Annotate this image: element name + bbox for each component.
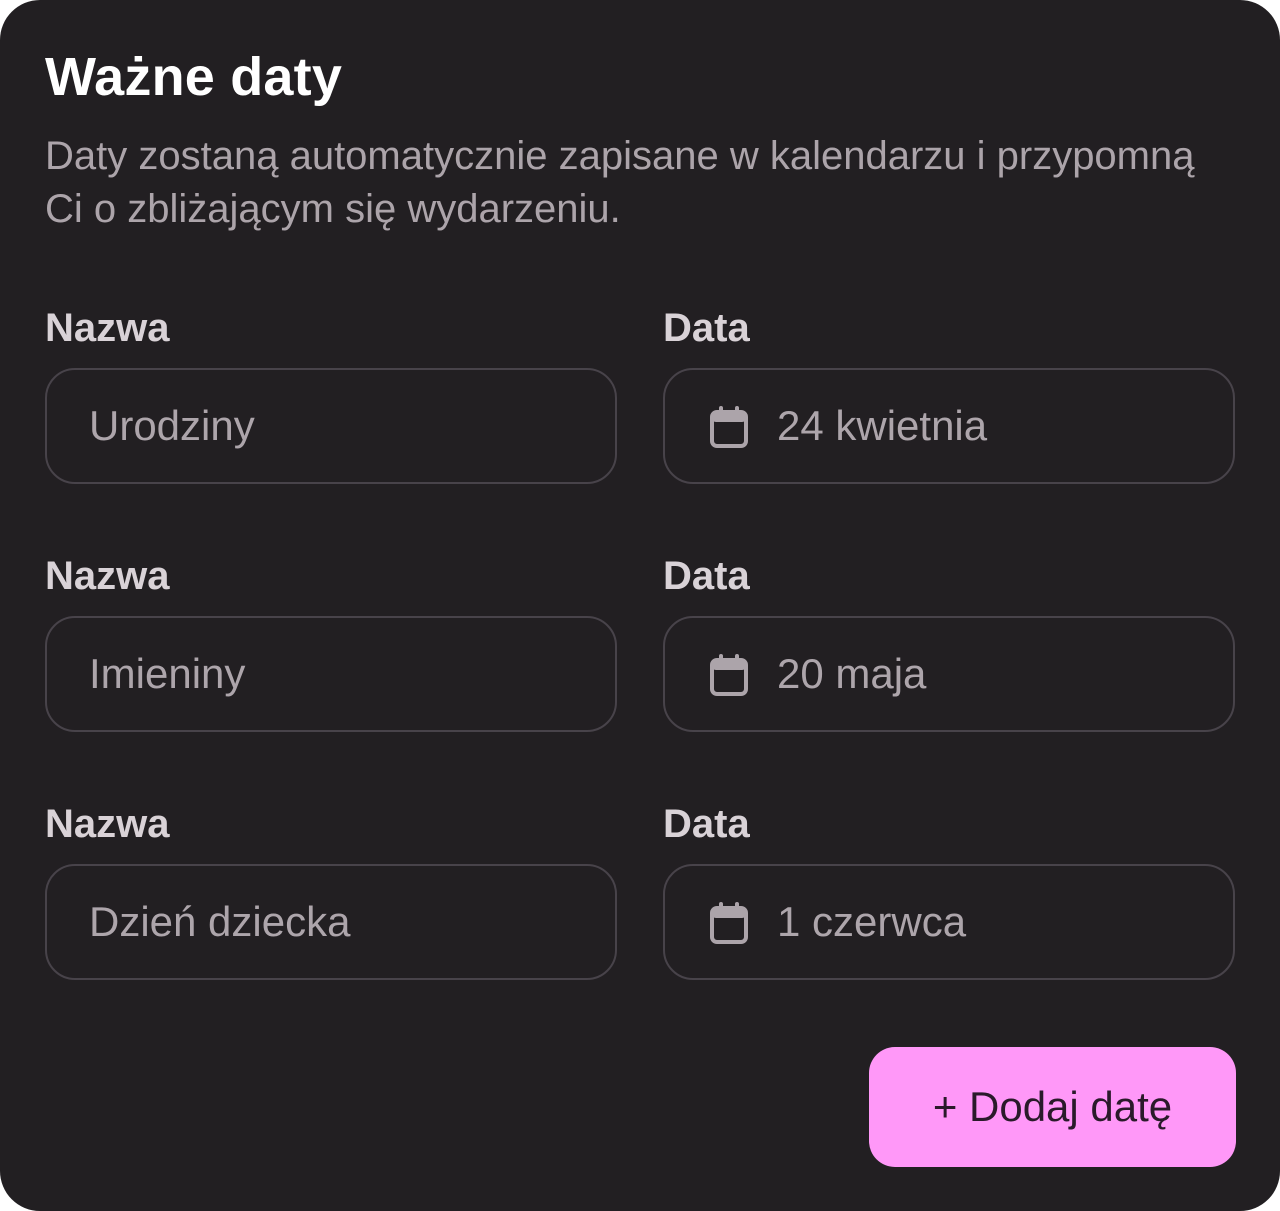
name-input[interactable]: Dzień dziecka bbox=[45, 864, 617, 980]
name-label: Nazwa bbox=[45, 306, 170, 350]
date-input-value: 24 kwietnia bbox=[777, 402, 988, 449]
date-picker-input[interactable]: 1 czerwca bbox=[663, 864, 1235, 980]
date-picker-input[interactable]: 20 maja bbox=[663, 616, 1235, 732]
name-label: Nazwa bbox=[45, 802, 170, 846]
date-input-value: 1 czerwca bbox=[777, 898, 967, 945]
date-entry-row: Nazwa Urodziny Data 24 kwietnia bbox=[45, 304, 1235, 484]
calendar-icon bbox=[710, 406, 748, 448]
card-title: Ważne daty bbox=[45, 47, 343, 107]
name-input-value: Urodziny bbox=[89, 402, 255, 449]
card-description: Daty zostaną automatycznie zapisane w ka… bbox=[45, 134, 1195, 231]
name-input-value: Dzień dziecka bbox=[89, 898, 351, 945]
date-label: Data bbox=[663, 554, 750, 598]
calendar-icon bbox=[710, 654, 748, 696]
date-entry-row: Nazwa Dzień dziecka Data 1 czerwca bbox=[45, 800, 1235, 980]
name-input[interactable]: Urodziny bbox=[45, 368, 617, 484]
date-input-value: 20 maja bbox=[777, 650, 927, 697]
calendar-icon bbox=[710, 902, 748, 944]
important-dates-card: Ważne daty Daty zostaną automatycznie za… bbox=[0, 0, 1280, 1211]
name-input-value: Imieniny bbox=[89, 650, 246, 697]
date-entry-row: Nazwa Imieniny Data 20 maja bbox=[45, 552, 1235, 732]
date-picker-input[interactable]: 24 kwietnia bbox=[663, 368, 1235, 484]
date-label: Data bbox=[663, 802, 750, 846]
name-input[interactable]: Imieniny bbox=[45, 616, 617, 732]
add-date-button[interactable]: + Dodaj datę bbox=[869, 1047, 1236, 1167]
name-label: Nazwa bbox=[45, 554, 170, 598]
date-label: Data bbox=[663, 306, 750, 350]
